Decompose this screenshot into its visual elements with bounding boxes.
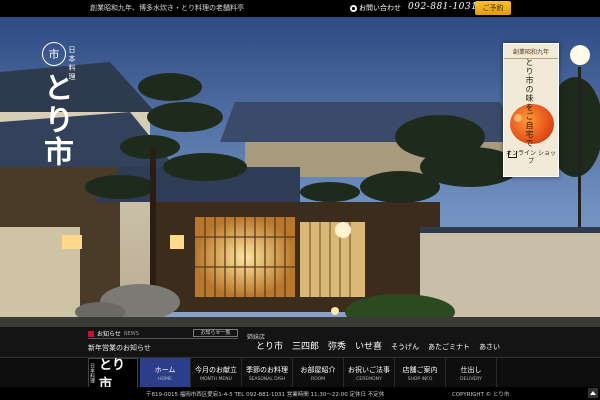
logo-emblem: 市 — [42, 42, 66, 66]
news-label: お知らせ — [97, 331, 121, 338]
nav-item-label: お部屋紹介 — [300, 366, 336, 374]
nav-items: ホーム HOME 今月のお献立 MONTH MENU 季節のお料理 SEASON… — [140, 358, 497, 388]
footer: 〒819-0015 福岡市西区愛宕1-4-5 TEL 092-881-1031 … — [0, 387, 600, 400]
nav-item-label: 今月のお献立 — [195, 366, 237, 374]
nav-item-ceremony[interactable]: お祝いご法事 CEREMONY — [344, 358, 395, 388]
nav-item-seasonal-dish[interactable]: 季節のお料理 SEASONAL DISH — [242, 358, 293, 388]
store-link[interactable]: 弥秀 — [328, 339, 346, 352]
phone-icon — [350, 4, 357, 12]
store-link[interactable]: とり市 — [256, 339, 283, 352]
news-latest-link[interactable]: 新年営業のお知らせ — [88, 343, 151, 353]
news-heading: お知らせ NEWS — [88, 329, 139, 338]
reserve-button[interactable]: ご予約 — [475, 1, 511, 15]
nav-item-home[interactable]: ホーム HOME — [140, 358, 191, 388]
site-logo[interactable]: 市 日本料理 とり市 — [38, 42, 78, 172]
nav-item-room[interactable]: お部屋紹介 ROOM — [293, 358, 344, 388]
phone-number: 092-881-1031 — [408, 2, 478, 12]
nav-logo[interactable]: 日本料理 とり市 — [88, 358, 138, 392]
mentaiko-highlight — [514, 114, 522, 122]
contact-label: お問い合わせ — [359, 4, 401, 12]
nav-item-label: お祝いご法事 — [348, 366, 390, 374]
nav-item-label-en: ROOM — [310, 377, 326, 382]
news-divider — [88, 338, 238, 339]
nav-item-label-en: MONTH MENU — [200, 377, 232, 382]
nav-item-delivery[interactable]: 仕出し DELIVERY — [446, 358, 497, 388]
contact-link[interactable]: お問い合わせ — [350, 3, 401, 13]
store-link[interactable]: そうげん — [391, 342, 419, 352]
promo-headline: とり市の味をご自宅で — [525, 58, 534, 148]
nav-item-label: ホーム — [154, 366, 176, 374]
news-all-button[interactable]: お知らせ一覧 — [193, 329, 238, 337]
store-link[interactable]: 三四郎 — [292, 339, 319, 352]
nav-logo-sub: 日本料理 — [89, 363, 95, 383]
main-nav: 日本料理 とり市 ホーム HOME 今月のお献立 MONTH MENU 季節のお… — [0, 357, 600, 392]
nav-item-label-en: DELIVERY — [460, 377, 482, 382]
nav-item-label-en: SEASONAL DISH — [248, 377, 286, 382]
nav-item-label: 仕出し — [460, 366, 482, 374]
footer-copyright: COPYRIGHT © とり市 — [452, 392, 510, 398]
logo-title: とり市 — [38, 72, 73, 168]
nav-item-label-en: SHOP INFO — [407, 377, 433, 382]
tagline: 創業昭和九年、博多水炊き・とり料理の老舗料亭 — [90, 4, 244, 12]
top-bar: 創業昭和九年、博多水炊き・とり料理の老舗料亭 お問い合わせ 092-881-10… — [0, 0, 600, 17]
news-icon — [88, 330, 94, 337]
nav-item-month-menu[interactable]: 今月のお献立 MONTH MENU — [191, 358, 242, 388]
news-label-en: NEWS — [123, 330, 139, 337]
online-shop-banner[interactable]: 創業昭和九年 とり市の味をご自宅で オンライン ショップ — [503, 43, 559, 177]
footer-address: 〒819-0015 福岡市西区愛宕1-4-5 TEL 092-881-1031 … — [146, 392, 385, 398]
promo-shop-label: オンライン ショップ — [506, 150, 556, 165]
nav-item-label: 季節のお料理 — [246, 366, 288, 374]
nav-item-shop-info[interactable]: 店舗ご案内 SHOP INFO — [395, 358, 446, 388]
nav-item-label: 店舗ご案内 — [402, 366, 438, 374]
store-link[interactable]: いせ喜 — [355, 339, 382, 352]
store-link[interactable]: あさい — [479, 342, 500, 352]
sister-stores-list: とり市 三四郎 弥秀 いせ喜 そうげん あたごミナト あさい — [256, 339, 500, 352]
page-top-button[interactable] — [588, 388, 598, 398]
hero-image: 市 日本料理 とり市 創業昭和九年 とり市の味をご自宅で オンライン ショップ — [0, 17, 600, 327]
news-bar: お知らせ NEWS お知らせ一覧 新年営業のお知らせ 姉妹店 とり市 三四郎 弥… — [0, 327, 600, 357]
store-link[interactable]: あたごミナト — [428, 342, 470, 352]
nav-item-label-en: CEREMONY — [356, 377, 382, 382]
nav-item-label-en: HOME — [158, 377, 172, 382]
